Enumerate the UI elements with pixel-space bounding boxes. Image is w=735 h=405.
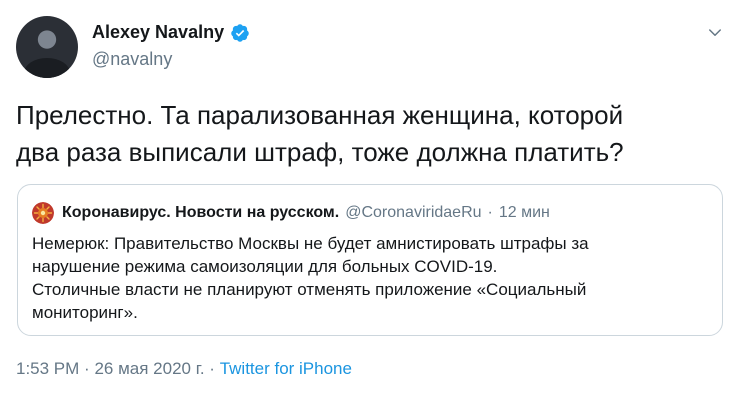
chevron-down-icon[interactable] [706,24,724,42]
tweet-text-line: два раза выписали штраф, тоже должна пла… [16,137,624,167]
dot-separator: · [209,359,215,378]
avatar-silhouette [24,58,70,78]
dot-separator: · [84,359,90,378]
tweet-text: Прелестно. Та парализованная женщина, ко… [16,97,716,171]
tweet-date[interactable]: 26 мая 2020 г. [94,359,204,378]
quoted-header: Коронавирус. Новости на русском. @Corona… [32,202,550,224]
quoted-author-name[interactable]: Коронавирус. Новости на русском. [62,204,339,222]
author-handle[interactable]: @navalny [92,49,172,70]
dot-separator: · [487,204,493,221]
quoted-avatar [32,202,54,224]
tweet-metadata: 1:53 PM · 26 мая 2020 г. · Twitter for i… [16,359,352,379]
tweet-source-link[interactable]: Twitter for iPhone [220,359,352,378]
quoted-timestamp: 12 мин [498,204,550,221]
quoted-text: Немерюк: Правительство Москвы не будет а… [32,232,702,324]
author-row: Alexey Navalny [92,22,250,43]
tweet-time[interactable]: 1:53 PM [16,359,79,378]
quoted-tweet[interactable]: Коронавирус. Новости на русском. @Corona… [17,184,723,336]
quoted-author-handle: @CoronaviridaeRu [345,204,482,221]
tweet-card: Alexey Navalny @navalny Прелестно. Та па… [0,0,735,405]
avatar[interactable] [16,16,78,78]
quoted-text-line: Столичные власти не планируют отменять п… [32,280,587,299]
quoted-text-line: нарушение режима самоизоляции для больны… [32,257,498,276]
verified-badge-icon [231,23,249,42]
tweet-text-line: Прелестно. Та парализованная женщина, ко… [16,100,624,130]
quoted-text-line: мониторинг». [32,303,138,322]
quoted-text-line: Немерюк: Правительство Москвы не будет а… [32,234,589,253]
author-name[interactable]: Alexey Navalny [92,22,224,43]
